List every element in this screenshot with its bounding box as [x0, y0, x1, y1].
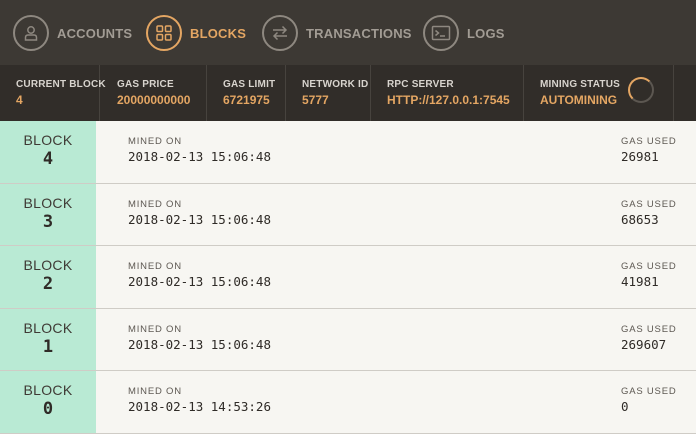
nav-blocks-label: BLOCKS	[190, 25, 247, 41]
gas-used: GAS USED 269607	[621, 324, 677, 352]
nav-blocks[interactable]: BLOCKS	[146, 14, 246, 52]
mined-on: MINED ON 2018-02-13 15:06:48	[128, 199, 271, 227]
mined-on: MINED ON 2018-02-13 15:06:48	[128, 324, 271, 352]
block-badge: BLOCK 0	[0, 371, 96, 433]
gas-price-label: GAS PRICE	[117, 79, 174, 90]
nav-accounts[interactable]: ACCOUNTS	[13, 14, 132, 52]
block-row[interactable]: BLOCK 2 MINED ON 2018-02-13 15:06:48 GAS…	[0, 246, 696, 309]
mined-on-label: MINED ON	[128, 261, 182, 273]
mining-spinner-icon	[628, 77, 654, 103]
block-list: BLOCK 4 MINED ON 2018-02-13 15:06:48 GAS…	[0, 121, 696, 434]
mined-on-value: 2018-02-13 15:06:48	[128, 336, 271, 352]
network-id-stat: NETWORK ID 5777	[286, 65, 371, 121]
block-badge: BLOCK 4	[0, 121, 96, 183]
gas-used-value: 269607	[621, 336, 667, 352]
current-block-label: CURRENT BLOCK	[16, 79, 106, 90]
gas-price-value: 20000000000	[117, 93, 191, 107]
mined-on-label: MINED ON	[128, 386, 182, 398]
current-block-value: 4	[16, 93, 23, 107]
block-label: BLOCK	[23, 132, 73, 148]
rpc-server-label: RPC SERVER	[387, 79, 454, 90]
rpc-server-stat: RPC SERVER HTTP://127.0.0.1:7545	[371, 65, 524, 121]
status-bar: CURRENT BLOCK 4 GAS PRICE 20000000000 GA…	[0, 65, 696, 121]
mined-on: MINED ON 2018-02-13 15:06:48	[128, 261, 271, 289]
network-id-value: 5777	[302, 93, 329, 107]
nav-transactions[interactable]: TRANSACTIONS	[262, 14, 412, 52]
gas-used-label: GAS USED	[621, 136, 677, 147]
block-label: BLOCK	[23, 382, 73, 399]
block-number: 0	[42, 399, 54, 420]
block-badge: BLOCK 3	[0, 183, 96, 246]
grid-icon	[146, 15, 182, 51]
gas-limit-stat: GAS LIMIT 6721975	[207, 65, 286, 121]
current-block-stat: CURRENT BLOCK 4	[0, 65, 106, 121]
block-badge: BLOCK 1	[0, 308, 96, 371]
nav-logs-label: LOGS	[467, 25, 505, 41]
gas-used: GAS USED 41981	[621, 261, 677, 289]
gas-limit-label: GAS LIMIT	[223, 79, 276, 90]
gas-used-value: 26981	[621, 149, 659, 164]
gas-limit-value: 6721975	[223, 93, 270, 107]
mining-status-stat: MINING STATUS AUTOMINING	[524, 65, 674, 121]
gas-used-label: GAS USED	[621, 198, 677, 210]
block-badge: BLOCK 2	[0, 246, 96, 308]
person-icon	[13, 15, 49, 51]
gas-price-stat: GAS PRICE 20000000000	[100, 65, 207, 121]
gas-used-value: 41981	[621, 274, 659, 290]
mined-on-label: MINED ON	[128, 323, 182, 335]
block-number: 3	[42, 211, 54, 232]
block-row[interactable]: BLOCK 1 MINED ON 2018-02-13 15:06:48 GAS…	[0, 308, 696, 372]
block-number: 2	[42, 274, 54, 295]
gas-used-label: GAS USED	[621, 261, 677, 273]
block-number: 4	[42, 149, 54, 169]
mined-on-label: MINED ON	[128, 136, 182, 147]
mined-on: MINED ON 2018-02-13 14:53:26	[128, 386, 271, 414]
block-number: 1	[42, 336, 54, 357]
block-label: BLOCK	[23, 319, 73, 336]
network-id-label: NETWORK ID	[302, 79, 369, 90]
gas-used: GAS USED 68653	[621, 199, 677, 227]
mined-on-value: 2018-02-13 14:53:26	[128, 399, 271, 415]
gas-used: GAS USED 0	[621, 386, 677, 414]
nav-transactions-label: TRANSACTIONS	[306, 25, 412, 41]
block-row[interactable]: BLOCK 3 MINED ON 2018-02-13 15:06:48 GAS…	[0, 183, 696, 247]
gas-used-value: 0	[621, 399, 629, 415]
mined-on-value: 2018-02-13 15:06:48	[128, 149, 271, 164]
mined-on: MINED ON 2018-02-13 15:06:48	[128, 136, 271, 164]
rpc-server-value: HTTP://127.0.0.1:7545	[387, 93, 510, 107]
gas-used-label: GAS USED	[621, 323, 677, 335]
block-row[interactable]: BLOCK 0 MINED ON 2018-02-13 14:53:26 GAS…	[0, 371, 696, 434]
mined-on-value: 2018-02-13 15:06:48	[128, 274, 271, 290]
gas-used: GAS USED 26981	[621, 136, 677, 164]
mining-status-value: AUTOMINING	[540, 93, 618, 107]
mined-on-value: 2018-02-13 15:06:48	[128, 211, 271, 227]
gas-used-label: GAS USED	[621, 386, 677, 398]
top-navigation: ACCOUNTS BLOCKS TRANSACTIONS LOGS	[0, 0, 696, 65]
mined-on-label: MINED ON	[128, 198, 182, 210]
gas-used-value: 68653	[621, 211, 659, 227]
block-row[interactable]: BLOCK 4 MINED ON 2018-02-13 15:06:48 GAS…	[0, 121, 696, 184]
terminal-icon	[423, 15, 459, 51]
block-label: BLOCK	[23, 257, 73, 274]
nav-logs[interactable]: LOGS	[423, 14, 505, 52]
swap-icon	[262, 15, 298, 51]
nav-accounts-label: ACCOUNTS	[57, 25, 133, 41]
block-label: BLOCK	[23, 194, 73, 211]
